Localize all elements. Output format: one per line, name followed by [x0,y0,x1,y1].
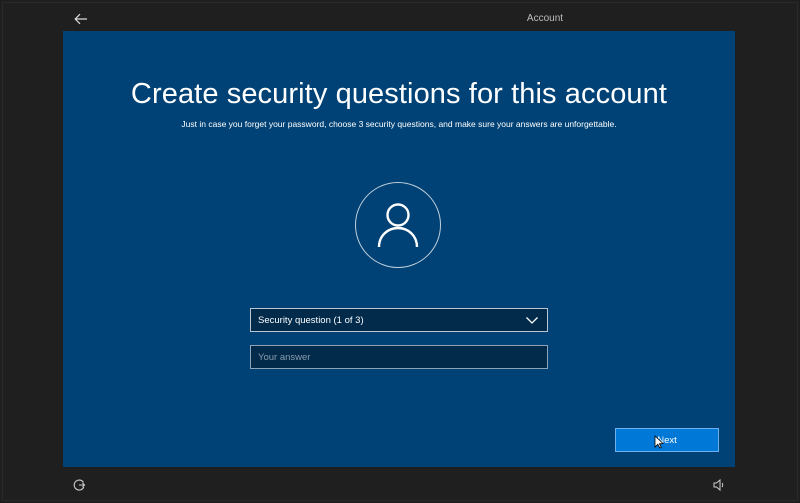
back-button[interactable] [69,9,93,29]
page-subtitle: Just in case you forget your password, c… [181,119,617,129]
chevron-down-icon [526,317,538,324]
next-button[interactable]: Next [615,428,719,452]
avatar [355,182,441,268]
section-title: Account [526,13,564,24]
page-title: Create security questions for this accou… [130,78,668,110]
answer-input[interactable] [250,345,548,369]
arrow-left-icon [74,13,87,25]
security-question-dropdown[interactable]: Security question (1 of 3) [250,308,548,332]
next-button-label: Next [657,434,677,446]
setup-panel: Create security questions for this accou… [63,31,735,467]
security-question-value: Security question (1 of 3) [258,314,364,326]
volume-icon[interactable] [712,478,726,492]
user-icon [377,203,419,248]
ease-of-access-icon[interactable] [72,478,86,492]
